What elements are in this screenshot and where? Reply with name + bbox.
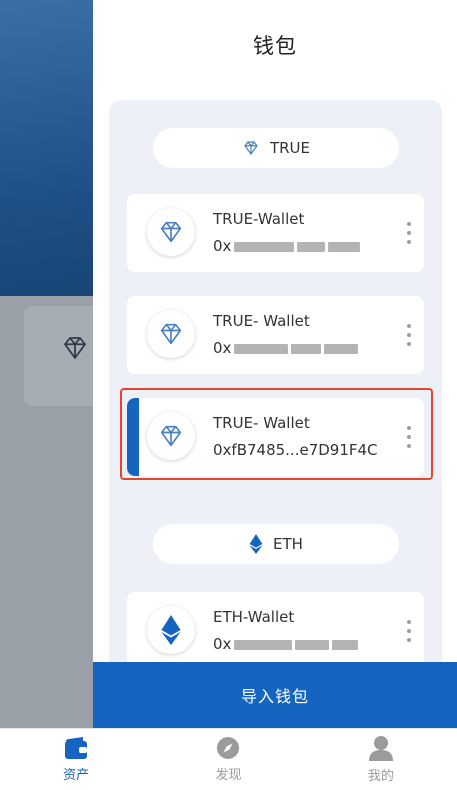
more-options-icon[interactable] (406, 620, 412, 642)
tab-discover[interactable]: 发现 (152, 729, 304, 790)
true-diamond-icon (160, 425, 182, 447)
obscured-address (295, 639, 330, 650)
wallet-name: TRUE- Wallet (213, 414, 310, 432)
wallet-card[interactable]: TRUE-Wallet 0x (127, 194, 424, 272)
wallet-card[interactable]: TRUE- Wallet 0x (127, 296, 424, 374)
wallet-list-panel[interactable]: TRUE TRUE-Wallet 0x TRUE- Wallet 0x TRUE… (109, 100, 442, 700)
obscured-address (332, 639, 359, 650)
true-diamond-icon (244, 141, 258, 155)
section-label: TRUE (269, 139, 311, 157)
wallet-address: 0x (213, 237, 361, 255)
true-diamond-icon (160, 221, 182, 243)
tab-assets[interactable]: 资产 (0, 729, 152, 790)
import-wallet-button[interactable]: 导入钱包 (93, 662, 457, 728)
user-icon (368, 736, 393, 761)
wallet-address: 0x (213, 339, 359, 357)
wallet-logo (147, 606, 195, 654)
tab-label: 资产 (63, 768, 90, 783)
address-prefix: 0x (213, 237, 232, 255)
obscured-address (291, 343, 322, 354)
wallet-address: 0xfB7485...e7D91F4C (213, 441, 378, 459)
wallet-card-selected[interactable]: TRUE- Wallet 0xfB7485...e7D91F4C (127, 398, 424, 476)
wallet-logo (147, 310, 195, 358)
section-label: ETH (273, 535, 303, 553)
wallet-drawer: 钱包 TRUE TRUE-Wallet 0x TRUE- Wallet 0x T… (93, 0, 457, 728)
obscured-address (328, 241, 361, 252)
wallet-name: ETH-Wallet (213, 608, 295, 626)
wallet-card[interactable]: ETH-Wallet 0x (127, 592, 424, 670)
wallet-icon (65, 737, 88, 759)
section-header-eth: ETH (153, 524, 399, 564)
obscured-address (234, 343, 289, 354)
wallet-address: 0x (213, 635, 359, 653)
more-options-icon[interactable] (406, 426, 412, 448)
address-prefix: 0x (213, 635, 232, 653)
true-diamond-icon (160, 323, 182, 345)
true-diamond-icon (64, 337, 86, 359)
obscured-address (297, 241, 326, 252)
tab-me[interactable]: 我的 (305, 729, 457, 790)
more-options-icon[interactable] (406, 324, 412, 346)
obscured-address (324, 343, 359, 354)
bottom-tab-bar: 资产 发现 我的 (0, 728, 457, 790)
compass-icon (217, 737, 240, 759)
wallet-logo (147, 208, 195, 256)
obscured-address (234, 241, 295, 252)
wallet-name: TRUE- Wallet (213, 312, 310, 330)
address-prefix: 0x (213, 339, 232, 357)
wallet-name: TRUE-Wallet (213, 210, 305, 228)
eth-icon (249, 534, 263, 554)
section-header-true: TRUE (153, 128, 399, 168)
tab-label: 我的 (367, 769, 394, 784)
eth-icon (161, 615, 181, 645)
wallet-logo (147, 412, 195, 460)
tab-label: 发现 (215, 768, 242, 783)
obscured-address (234, 639, 293, 650)
selected-indicator (127, 398, 139, 476)
more-options-icon[interactable] (406, 222, 412, 244)
drawer-title: 钱包 (253, 34, 297, 58)
